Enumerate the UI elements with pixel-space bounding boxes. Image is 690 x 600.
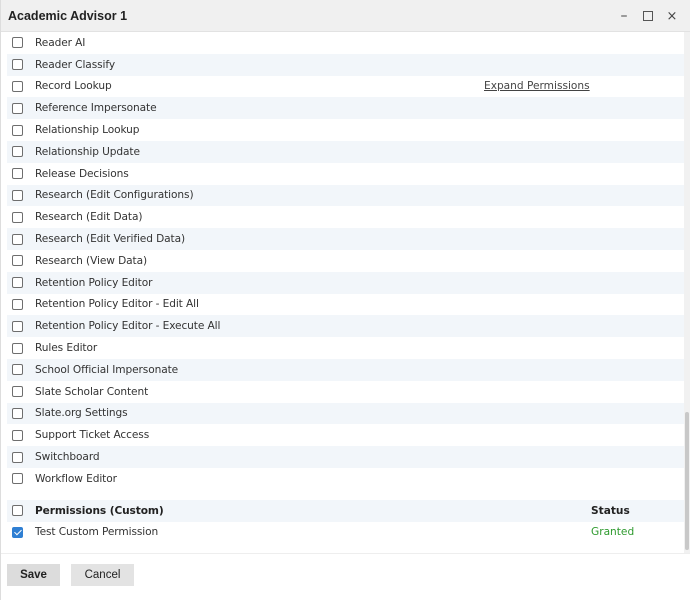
permission-row[interactable]: Research (Edit Configurations) <box>7 184 685 207</box>
permission-row[interactable]: Slate Scholar Content <box>7 381 685 403</box>
permission-checkbox[interactable] <box>12 37 23 49</box>
custom-permission-label: Test Custom Permission <box>35 526 159 539</box>
permission-label: School Official Impersonate <box>35 363 179 376</box>
permission-label: Reader Classify <box>35 58 115 71</box>
permission-row[interactable]: Release Decisions <box>7 163 685 185</box>
permission-row[interactable]: Slate.org Settings <box>7 402 685 425</box>
permission-label: Research (View Data) <box>35 254 148 267</box>
permission-label: Switchboard <box>35 451 100 464</box>
permission-checkbox[interactable] <box>12 189 23 201</box>
permission-label: Record Lookup <box>35 80 112 93</box>
scrollbar-thumb[interactable] <box>685 412 689 550</box>
dialog-footer: Save Cancel <box>1 553 690 600</box>
permission-checkbox[interactable] <box>12 429 23 441</box>
save-button[interactable]: Save <box>7 564 60 586</box>
permission-checkbox[interactable] <box>12 473 23 485</box>
scrollbar[interactable] <box>684 32 690 553</box>
permission-row[interactable]: Switchboard <box>7 446 685 468</box>
permission-label: Reference Impersonate <box>35 102 157 115</box>
select-all-custom-checkbox[interactable] <box>12 505 23 517</box>
custom-permissions-header: Permissions (Custom) Status <box>7 499 685 522</box>
permission-checkbox[interactable] <box>12 298 23 310</box>
permission-checkbox[interactable] <box>12 255 23 267</box>
permission-label: Reader AI <box>35 36 86 49</box>
permission-label: Relationship Lookup <box>35 124 140 137</box>
permission-row[interactable]: Support Ticket Access <box>7 424 685 446</box>
permission-label: Release Decisions <box>35 167 129 180</box>
permission-row[interactable]: Research (Edit Verified Data) <box>7 228 685 250</box>
permission-row[interactable]: Reference Impersonate <box>7 97 685 120</box>
dialog-title: Academic Advisor 1 <box>8 8 128 23</box>
permission-row[interactable]: Retention Policy Editor <box>7 271 685 294</box>
close-button[interactable]: × <box>660 4 684 28</box>
status-column-header: Status <box>591 504 630 517</box>
permission-row[interactable]: Research (Edit Data) <box>7 206 685 228</box>
permission-row[interactable]: Research (View Data) <box>7 250 685 272</box>
permission-label: Retention Policy Editor - Edit All <box>35 298 199 311</box>
permission-row[interactable]: Retention Policy Editor - Execute All <box>7 315 685 338</box>
permission-rows: Reader AI Reader Classify Record Lookup Exp… <box>1 32 685 490</box>
permission-checkbox[interactable] <box>12 146 23 158</box>
permission-checkbox[interactable] <box>12 59 23 71</box>
custom-permission-checkbox[interactable] <box>12 526 23 538</box>
permission-checkbox[interactable] <box>12 320 23 332</box>
permission-row[interactable]: Reader AI <box>7 32 685 54</box>
permission-row[interactable]: Retention Policy Editor - Edit All <box>7 294 685 316</box>
permission-label: Rules Editor <box>35 342 98 355</box>
permission-label: Support Ticket Access <box>35 429 150 442</box>
permissions-dialog: Academic Advisor 1 – × Reader AI Reader C… <box>0 0 690 600</box>
permission-checkbox[interactable] <box>12 451 23 463</box>
permission-row[interactable]: School Official Impersonate <box>7 358 685 381</box>
permission-checkbox[interactable] <box>12 168 23 180</box>
permission-checkbox[interactable] <box>12 211 23 223</box>
window-controls: – × <box>612 0 684 32</box>
permission-status: Granted <box>591 526 635 539</box>
permission-row[interactable]: Relationship Update <box>7 140 685 163</box>
close-icon: × <box>666 8 678 24</box>
permission-checkbox[interactable] <box>12 277 23 289</box>
permission-checkbox[interactable] <box>12 386 23 398</box>
permission-label: Retention Policy Editor <box>35 276 153 289</box>
minimize-icon: – <box>620 8 628 24</box>
title-bar: Academic Advisor 1 – × <box>1 0 690 32</box>
permission-checkbox[interactable] <box>12 80 23 92</box>
expand-permissions-link[interactable]: Expand Permissions <box>484 80 590 92</box>
permission-label: Workflow Editor <box>35 472 117 485</box>
permission-label: Retention Policy Editor - Execute All <box>35 320 221 333</box>
permission-row[interactable]: Workflow Editor <box>7 468 685 490</box>
permission-label: Research (Edit Data) <box>35 211 143 224</box>
permission-label: Research (Edit Verified Data) <box>35 233 186 246</box>
permission-checkbox[interactable] <box>12 407 23 419</box>
maximize-button[interactable] <box>636 4 660 28</box>
permission-row[interactable]: Record Lookup Expand Permissions <box>7 76 685 98</box>
permission-label: Relationship Update <box>35 145 140 158</box>
permission-row[interactable]: Relationship Lookup <box>7 119 685 141</box>
minimize-button[interactable]: – <box>612 4 636 28</box>
permission-checkbox[interactable] <box>12 364 23 376</box>
custom-permission-row[interactable]: Test Custom Permission Granted <box>7 522 685 544</box>
permission-checkbox[interactable] <box>12 342 23 354</box>
permission-label: Research (Edit Configurations) <box>35 189 194 202</box>
cancel-button[interactable]: Cancel <box>71 564 134 586</box>
custom-permissions-title: Permissions (Custom) <box>35 504 164 517</box>
permissions-list: Reader AI Reader Classify Record Lookup Exp… <box>1 32 685 553</box>
permission-checkbox[interactable] <box>12 102 23 114</box>
permission-checkbox[interactable] <box>12 124 23 136</box>
permission-label: Slate Scholar Content <box>35 385 149 398</box>
permission-label: Slate.org Settings <box>35 407 128 420</box>
permission-checkbox[interactable] <box>12 233 23 245</box>
permission-row[interactable]: Reader Classify <box>7 53 685 76</box>
maximize-icon <box>643 11 653 21</box>
custom-permission-rows: Test Custom Permission Granted <box>1 522 685 544</box>
permission-row[interactable]: Rules Editor <box>7 337 685 359</box>
